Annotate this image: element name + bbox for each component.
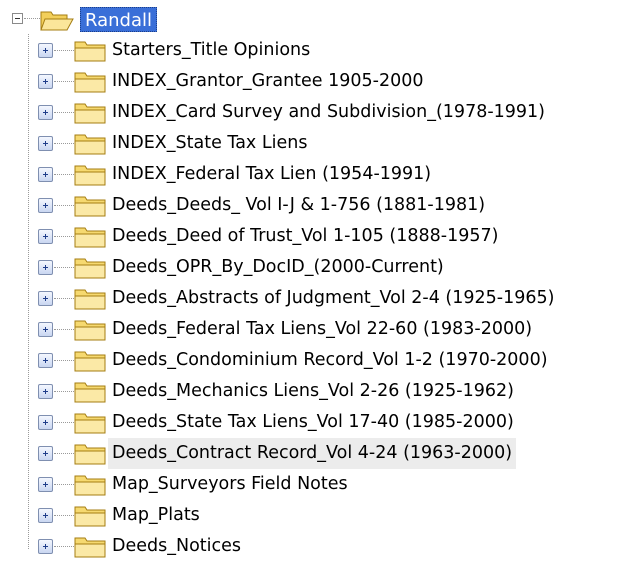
- tree-node-label[interactable]: Map_Surveyors Field Notes: [108, 469, 352, 500]
- tree-connector: [54, 360, 76, 361]
- tree-connector: [54, 236, 76, 237]
- tree-connector: [54, 81, 76, 82]
- tree-node-label[interactable]: INDEX_State Tax Liens: [108, 128, 311, 159]
- tree-connector: [54, 143, 76, 144]
- tree-node[interactable]: INDEX_State Tax Liens: [0, 128, 619, 159]
- tree-node-label[interactable]: INDEX_Card Survey and Subdivision_(1978-…: [108, 97, 549, 128]
- plus-expander-icon[interactable]: [38, 291, 53, 306]
- tree-node-label[interactable]: Map_Plats: [108, 500, 204, 531]
- tree-connector: [54, 205, 76, 206]
- plus-expander-icon[interactable]: [38, 198, 53, 213]
- folder-closed-icon: [74, 475, 106, 496]
- plus-expander-icon[interactable]: [38, 415, 53, 430]
- tree-node-label[interactable]: Starters_Title Opinions: [108, 35, 314, 66]
- plus-expander-icon[interactable]: [38, 508, 53, 523]
- tree-root-row[interactable]: Randall: [0, 6, 619, 34]
- tree-connector: [54, 298, 76, 299]
- folder-closed-icon: [74, 444, 106, 465]
- folder-closed-icon: [74, 72, 106, 93]
- tree-node-label[interactable]: Deeds_Deeds_ Vol I-J & 1-756 (1881-1981): [108, 190, 489, 221]
- tree-connector: [54, 391, 76, 392]
- folder-closed-icon: [74, 165, 106, 186]
- folder-closed-icon: [74, 41, 106, 62]
- tree-root-label[interactable]: Randall: [80, 7, 158, 32]
- tree-node-label[interactable]: Deeds_State Tax Liens_Vol 17-40 (1985-20…: [108, 407, 518, 438]
- tree-node[interactable]: INDEX_Card Survey and Subdivision_(1978-…: [0, 97, 619, 128]
- folder-closed-icon: [74, 289, 106, 310]
- tree-connector: [54, 174, 76, 175]
- tree-node[interactable]: Deeds_Condominium Record_Vol 1-2 (1970-2…: [0, 345, 619, 376]
- tree-node-label[interactable]: Deeds_Condominium Record_Vol 1-2 (1970-2…: [108, 345, 552, 376]
- tree-connector: [54, 453, 76, 454]
- folder-closed-icon: [74, 506, 106, 527]
- tree-node-label[interactable]: Deeds_Notices: [108, 531, 245, 562]
- plus-expander-icon[interactable]: [38, 167, 53, 182]
- folder-closed-icon: [74, 227, 106, 248]
- tree-node[interactable]: Deeds_Deeds_ Vol I-J & 1-756 (1881-1981): [0, 190, 619, 221]
- tree-node-label[interactable]: Deeds_Federal Tax Liens_Vol 22-60 (1983-…: [108, 314, 536, 345]
- tree-node[interactable]: Deeds_Notices: [0, 531, 619, 562]
- tree-node[interactable]: Map_Plats: [0, 500, 619, 531]
- plus-expander-icon[interactable]: [38, 539, 53, 554]
- tree-node[interactable]: Deeds_State Tax Liens_Vol 17-40 (1985-20…: [0, 407, 619, 438]
- tree-connector: [54, 329, 76, 330]
- tree-node[interactable]: Deeds_Contract Record_Vol 4-24 (1963-200…: [0, 438, 619, 469]
- plus-expander-icon[interactable]: [38, 446, 53, 461]
- plus-expander-icon[interactable]: [38, 43, 53, 58]
- tree-connector: [54, 484, 76, 485]
- tree-node[interactable]: Deeds_Federal Tax Liens_Vol 22-60 (1983-…: [0, 314, 619, 345]
- tree-connector: [54, 515, 76, 516]
- plus-expander-icon[interactable]: [38, 260, 53, 275]
- folder-open-icon: [40, 11, 74, 31]
- tree-node[interactable]: Deeds_Deed of Trust_Vol 1-105 (1888-1957…: [0, 221, 619, 252]
- tree-connector: [54, 422, 76, 423]
- folder-closed-icon: [74, 320, 106, 341]
- folder-tree: Randall Starters_Title Opinions INDEX_Gra…: [0, 0, 619, 561]
- plus-expander-icon[interactable]: [38, 322, 53, 337]
- folder-closed-icon: [74, 196, 106, 217]
- tree-node[interactable]: Map_Surveyors Field Notes: [0, 469, 619, 500]
- tree-node-label[interactable]: Deeds_Contract Record_Vol 4-24 (1963-200…: [108, 438, 517, 469]
- tree-node-label[interactable]: Deeds_OPR_By_DocID_(2000-Current): [108, 252, 448, 283]
- folder-closed-icon: [74, 537, 106, 558]
- plus-expander-icon[interactable]: [38, 477, 53, 492]
- plus-expander-icon[interactable]: [38, 136, 53, 151]
- tree-node-label[interactable]: INDEX_Grantor_Grantee 1905-2000: [108, 66, 428, 97]
- tree-connector: [54, 112, 76, 113]
- tree-node[interactable]: Deeds_OPR_By_DocID_(2000-Current): [0, 252, 619, 283]
- tree-node-label[interactable]: Deeds_Abstracts of Judgment_Vol 2-4 (192…: [108, 283, 558, 314]
- tree-node[interactable]: Starters_Title Opinions: [0, 35, 619, 66]
- folder-closed-icon: [74, 103, 106, 124]
- tree-connector: [54, 546, 76, 547]
- plus-expander-icon[interactable]: [38, 353, 53, 368]
- folder-closed-icon: [74, 258, 106, 279]
- plus-expander-icon[interactable]: [38, 229, 53, 244]
- folder-closed-icon: [74, 134, 106, 155]
- tree-node-label[interactable]: Deeds_Deed of Trust_Vol 1-105 (1888-1957…: [108, 221, 502, 252]
- tree-node[interactable]: INDEX_Federal Tax Lien (1954-1991): [0, 159, 619, 190]
- tree-node[interactable]: Deeds_Mechanics Liens_Vol 2-26 (1925-196…: [0, 376, 619, 407]
- plus-expander-icon[interactable]: [38, 74, 53, 89]
- tree-node-label[interactable]: Deeds_Mechanics Liens_Vol 2-26 (1925-196…: [108, 376, 518, 407]
- tree-connector: [54, 50, 76, 51]
- plus-expander-icon[interactable]: [38, 384, 53, 399]
- collapse-toggle-icon[interactable]: [12, 13, 23, 24]
- plus-expander-icon[interactable]: [38, 105, 53, 120]
- folder-closed-icon: [74, 413, 106, 434]
- folder-closed-icon: [74, 382, 106, 403]
- folder-closed-icon: [74, 351, 106, 372]
- tree-node-label[interactable]: INDEX_Federal Tax Lien (1954-1991): [108, 159, 435, 190]
- tree-node[interactable]: Deeds_Abstracts of Judgment_Vol 2-4 (192…: [0, 283, 619, 314]
- tree-node[interactable]: INDEX_Grantor_Grantee 1905-2000: [0, 66, 619, 97]
- tree-connector: [54, 267, 76, 268]
- tree-connector: [24, 18, 40, 19]
